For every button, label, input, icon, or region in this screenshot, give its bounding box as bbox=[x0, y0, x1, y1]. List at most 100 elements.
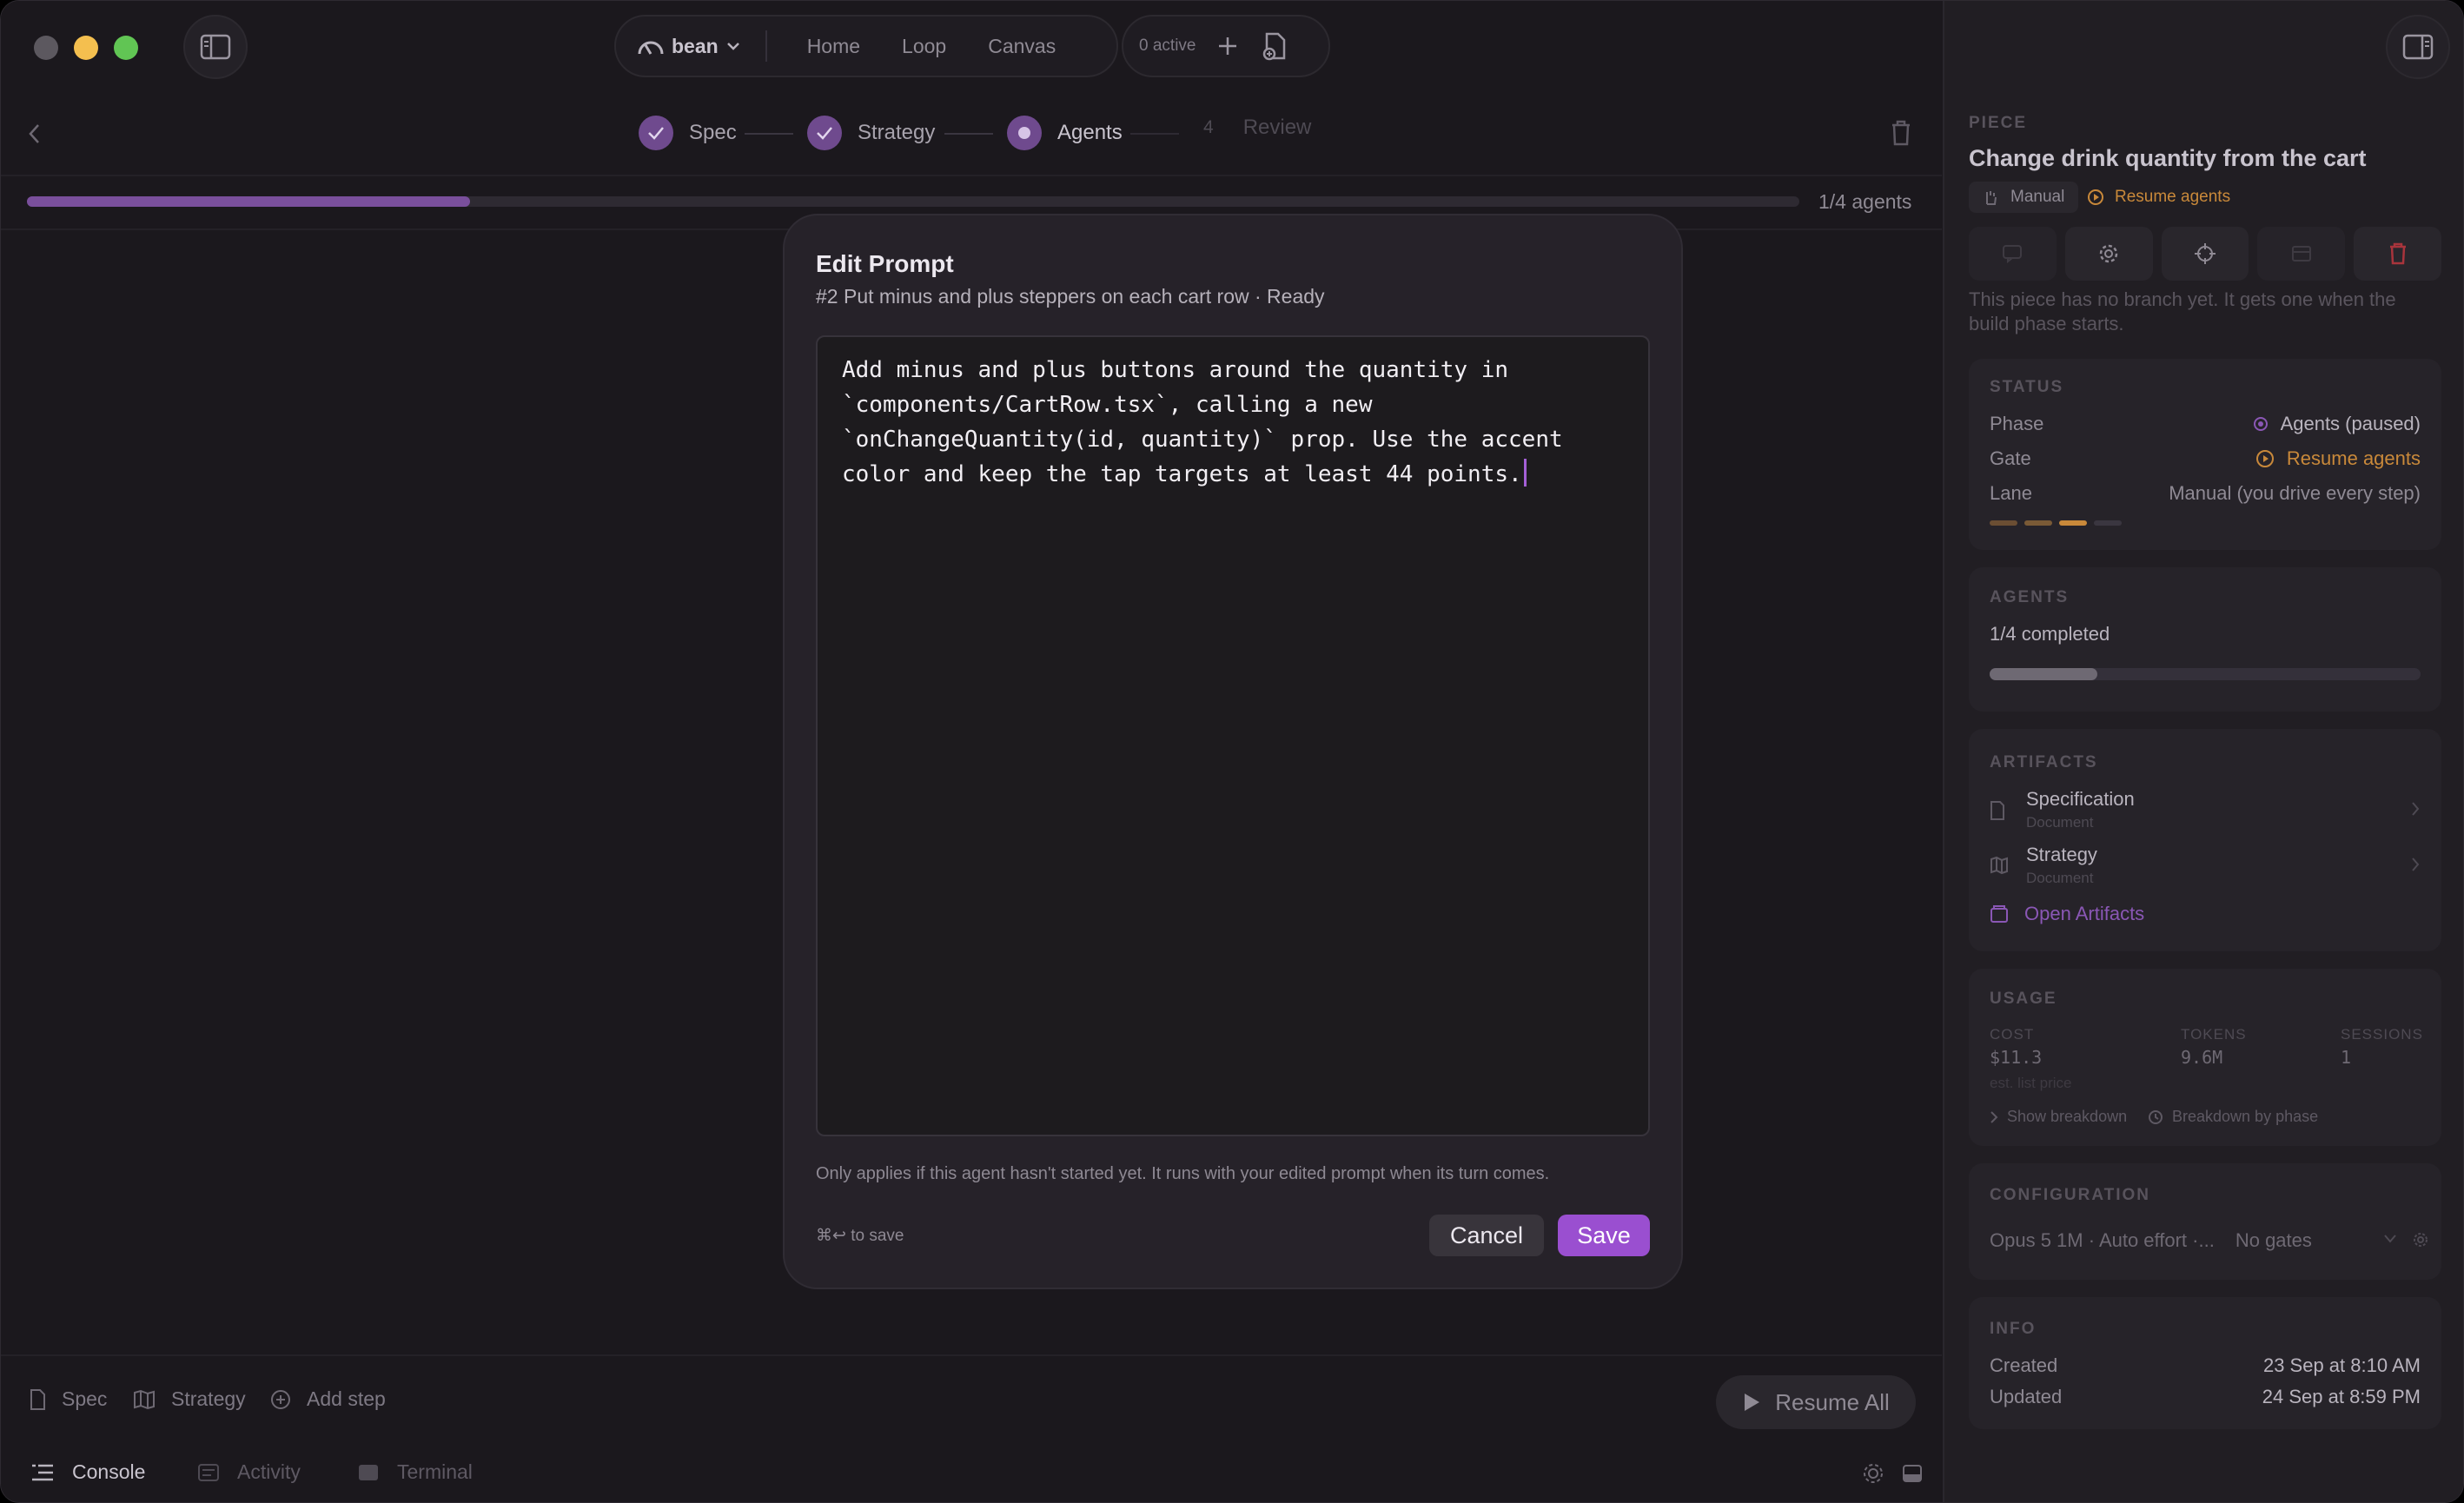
configuration-gates: No gates bbox=[2235, 1229, 2312, 1251]
divider bbox=[765, 30, 767, 62]
clock-icon bbox=[2149, 1109, 2163, 1124]
updated-key: Updated bbox=[1990, 1386, 2063, 1407]
usage-section-label: USAGE bbox=[1990, 990, 2057, 1008]
chat-action-button[interactable] bbox=[1969, 227, 2057, 281]
delete-action-button[interactable] bbox=[2354, 227, 2441, 281]
back-arrow-icon[interactable] bbox=[25, 121, 44, 147]
chat-icon bbox=[2003, 245, 2023, 263]
step-review[interactable]: 4 Review bbox=[1203, 116, 1311, 140]
tab-terminal[interactable]: Terminal bbox=[357, 1460, 473, 1484]
sidebar-toggle-button[interactable] bbox=[183, 15, 248, 79]
artifact-item-strategy[interactable]: Strategy Document bbox=[1990, 844, 2421, 891]
settings-action-button[interactable] bbox=[2064, 227, 2153, 281]
hand-icon bbox=[1986, 191, 1997, 205]
created-value: 23 Sep at 8:10 AM bbox=[2262, 1354, 2421, 1376]
add-step-label: Add step bbox=[307, 1387, 386, 1410]
tab-label: Terminal bbox=[397, 1460, 473, 1483]
updated-value: 24 Sep at 8:59 PM bbox=[2262, 1386, 2421, 1407]
footer-strategy-label: Strategy bbox=[171, 1387, 246, 1410]
workspace-switcher[interactable]: bean bbox=[637, 35, 741, 58]
play-circle-icon bbox=[2088, 189, 2103, 205]
artifacts-card: ARTIFACTS Specification Document Strateg… bbox=[1969, 729, 2441, 951]
artifact-name: Strategy bbox=[2026, 844, 2097, 865]
tab-console[interactable]: Console bbox=[30, 1460, 145, 1484]
trash-icon bbox=[2389, 242, 2406, 265]
target-action-button[interactable] bbox=[2161, 227, 2249, 281]
open-artifacts-link[interactable]: Open Artifacts bbox=[1990, 903, 2144, 925]
gate-key: Gate bbox=[1990, 447, 2031, 469]
workspace-name: bean bbox=[672, 34, 719, 57]
step-label: Spec bbox=[689, 121, 737, 144]
agents-card: AGENTS 1/4 completed bbox=[1969, 567, 2441, 712]
plus-icon[interactable] bbox=[1216, 35, 1239, 57]
trash-icon[interactable] bbox=[1890, 119, 1912, 147]
new-document-icon[interactable] bbox=[1262, 31, 1288, 61]
breakdown-by-phase-toggle[interactable]: Breakdown by phase bbox=[2148, 1108, 2318, 1126]
no-branch-note: This piece has no branch yet. It gets on… bbox=[1969, 288, 2396, 334]
footer-strategy-button[interactable]: Strategy bbox=[133, 1387, 246, 1411]
gate-badge: Resume agents bbox=[2087, 182, 2230, 213]
nav-loop[interactable]: Loop bbox=[902, 35, 946, 58]
nav-home[interactable]: Home bbox=[807, 35, 860, 58]
phase-value-text: Agents (paused) bbox=[2280, 413, 2421, 434]
session-controls: 0 active bbox=[1122, 15, 1330, 77]
phase-key: Phase bbox=[1990, 413, 2044, 434]
dialog-subtitle: #2 Put minus and plus steppers on each c… bbox=[816, 285, 1325, 308]
nav-canvas[interactable]: Canvas bbox=[988, 35, 1056, 58]
step-connector bbox=[1130, 133, 1179, 135]
cancel-button[interactable]: Cancel bbox=[1429, 1215, 1544, 1256]
step-agents[interactable]: Agents bbox=[1007, 116, 1123, 150]
window-close-button[interactable] bbox=[34, 36, 58, 60]
main-pane: bean Home Loop Canvas 0 active Spec Stra… bbox=[1, 1, 1942, 1502]
artifact-item-specification[interactable]: Specification Document bbox=[1990, 788, 2421, 835]
resume-all-button[interactable]: Resume All bbox=[1716, 1375, 1916, 1429]
play-icon bbox=[1745, 1394, 1760, 1411]
footer-spec-label: Spec bbox=[62, 1387, 108, 1410]
map-icon bbox=[134, 1389, 155, 1409]
plus-circle-icon bbox=[271, 1389, 290, 1409]
window-zoom-button[interactable] bbox=[114, 36, 138, 60]
gear-icon[interactable] bbox=[1862, 1462, 1884, 1485]
sessions-label: SESSIONS bbox=[2341, 1026, 2423, 1043]
phase-value: Agents (paused) bbox=[2253, 413, 2421, 435]
gate-value[interactable]: Resume agents bbox=[2255, 447, 2421, 470]
sidebar-left-icon bbox=[200, 34, 231, 60]
archive-action-button[interactable] bbox=[2257, 227, 2346, 281]
show-breakdown-toggle[interactable]: Show breakdown bbox=[1990, 1108, 2127, 1126]
prompt-editor[interactable]: Add minus and plus buttons around the qu… bbox=[816, 335, 1650, 1136]
gear-icon bbox=[2099, 244, 2118, 263]
mode-badge-label: Manual bbox=[2010, 188, 2065, 206]
add-step-button[interactable]: Add step bbox=[270, 1387, 386, 1411]
map-icon bbox=[1990, 856, 2008, 875]
configuration-card: CONFIGURATION Opus 5 1M · Auto effort ·.… bbox=[1969, 1163, 2441, 1280]
step-strategy[interactable]: Strategy bbox=[807, 116, 935, 150]
tab-activity[interactable]: Activity bbox=[197, 1460, 301, 1484]
gear-icon[interactable] bbox=[2412, 1231, 2429, 1248]
lane-key: Lane bbox=[1990, 482, 2032, 504]
agents-progress-label: 1/4 agents bbox=[1818, 190, 1912, 213]
panel-bottom-icon[interactable] bbox=[1902, 1464, 1923, 1483]
chevron-down-icon[interactable] bbox=[2382, 1233, 2398, 1245]
piece-actions bbox=[1969, 227, 2441, 281]
configuration-value: Opus 5 1M · Auto effort ·... bbox=[1990, 1229, 2215, 1251]
chevron-right-icon bbox=[2412, 802, 2420, 816]
cost-label: COST bbox=[1990, 1026, 2035, 1043]
piece-title: Change drink quantity from the cart bbox=[1969, 145, 2367, 171]
step-connector bbox=[944, 133, 993, 135]
step-label: Agents bbox=[1057, 121, 1123, 144]
divider bbox=[1, 175, 1942, 176]
agents-completed-fill bbox=[1990, 668, 2097, 680]
window-minimize-button[interactable] bbox=[74, 36, 98, 60]
usage-card: USAGE COST $11.3 est. list price TOKENS … bbox=[1969, 969, 2441, 1146]
lane-value: Manual (you drive every step) bbox=[2169, 482, 2421, 504]
artifact-type: Document bbox=[2026, 814, 2094, 831]
inspector-toggle-button[interactable] bbox=[2386, 15, 2450, 79]
footer-spec-button[interactable]: Spec bbox=[29, 1387, 107, 1411]
step-spec[interactable]: Spec bbox=[639, 116, 737, 150]
archive-icon bbox=[2291, 246, 2311, 262]
active-count: 0 active bbox=[1139, 36, 1196, 55]
save-button[interactable]: Save bbox=[1558, 1215, 1650, 1256]
configuration-selector[interactable]: Opus 5 1M · Auto effort ·... No gates bbox=[1990, 1226, 2355, 1255]
crosshair-icon bbox=[2194, 243, 2216, 264]
document-icon bbox=[1990, 801, 2004, 820]
